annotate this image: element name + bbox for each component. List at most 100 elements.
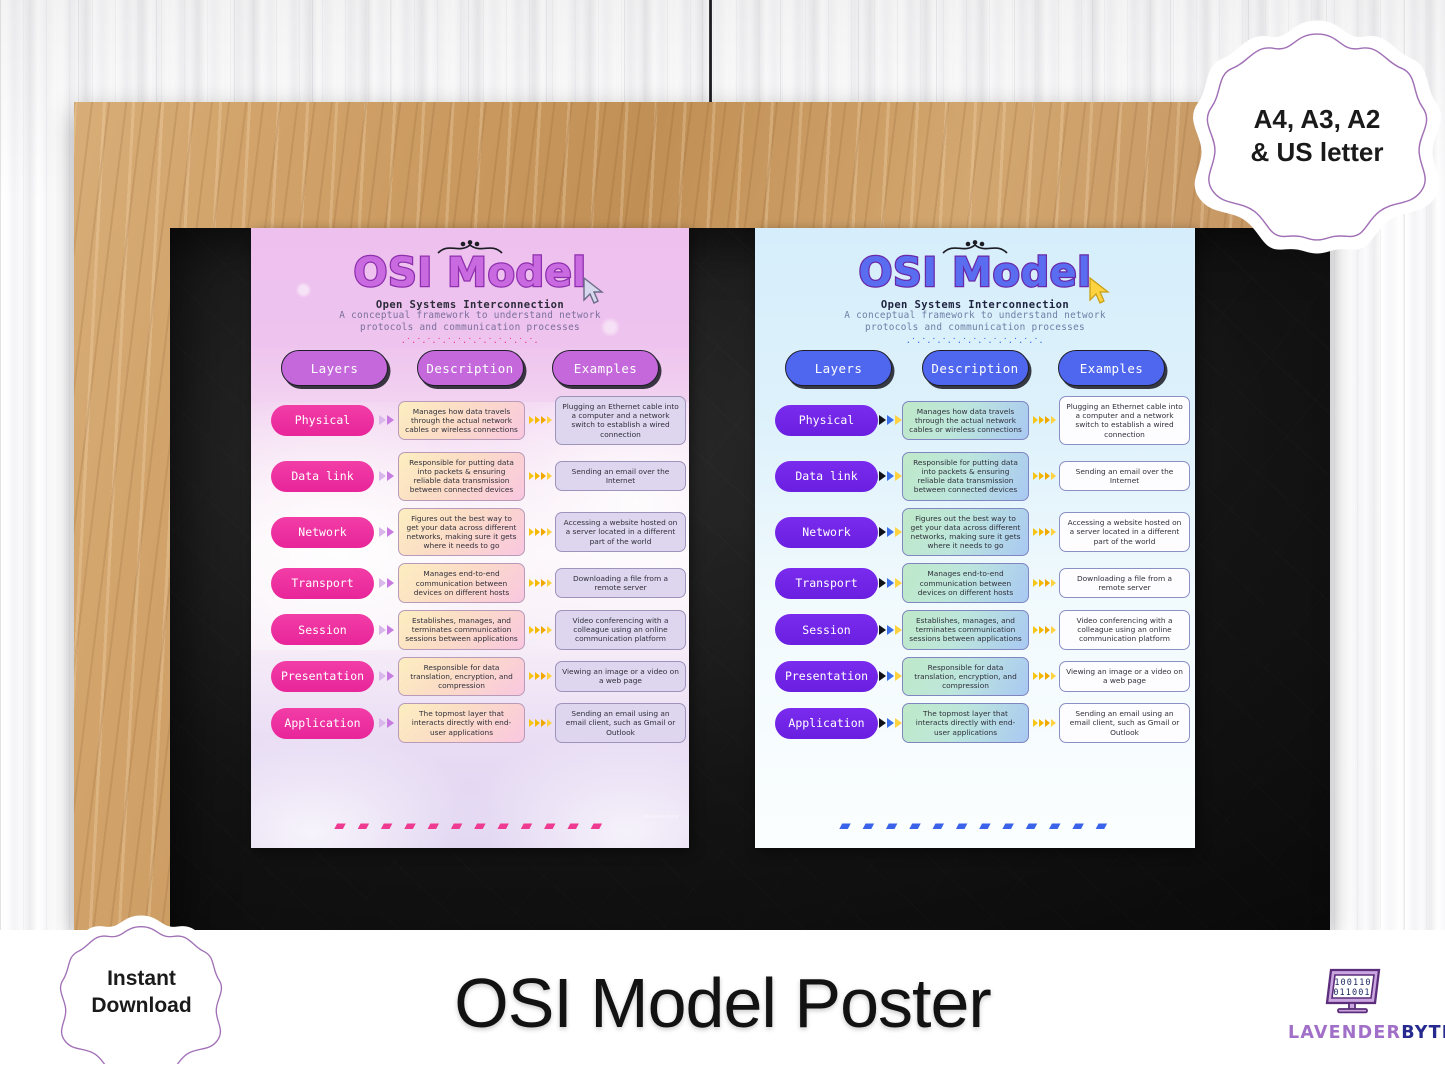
example-cell: Sending an email using an email client, … bbox=[1059, 703, 1190, 743]
table-row: Presentation Responsible for data transla… bbox=[271, 656, 686, 697]
poster-tagline-line1: A conceptual framework to understand net… bbox=[844, 310, 1106, 321]
badge-instant-download: Instant Download bbox=[48, 912, 234, 1084]
svg-text:100110: 100110 bbox=[1334, 978, 1371, 988]
layer-pill-session[interactable]: Session bbox=[775, 614, 878, 646]
brand-logo: 100110 011001 LAVENDERBYTE bbox=[1288, 966, 1445, 1058]
layer-pill-presentation[interactable]: Presentation bbox=[775, 660, 878, 692]
arrow-to-description-icon bbox=[878, 527, 902, 538]
arrow-to-example-icon bbox=[1029, 579, 1059, 588]
layer-pill-transport[interactable]: Transport bbox=[271, 567, 374, 599]
arrow-to-description-icon bbox=[878, 578, 902, 589]
description-cell: Manages how data travels through the act… bbox=[398, 400, 525, 441]
arrow-to-example-icon bbox=[1029, 528, 1059, 537]
layer-pill-data-link[interactable]: Data link bbox=[271, 460, 374, 492]
example-cell: Accessing a website hosted on a server l… bbox=[1059, 512, 1190, 552]
example-cell: Viewing an image or a video on a web pag… bbox=[555, 661, 686, 692]
poster-tagline-line1: A conceptual framework to understand net… bbox=[339, 310, 601, 321]
description-cell: Manages how data travels through the act… bbox=[902, 400, 1029, 441]
layer-rows-blue: Physical Manages how data travels through… bbox=[775, 396, 1190, 750]
layer-pill-presentation[interactable]: Presentation bbox=[271, 660, 374, 692]
zigzag-divider: ·˙·˙·˙·˙·˙·˙·˙·˙·˙·˙·˙·˙·˙· bbox=[906, 336, 1044, 349]
description-cell: Responsible for data translation, encryp… bbox=[902, 656, 1029, 697]
arrow-to-description-icon bbox=[878, 718, 902, 729]
layer-pill-physical[interactable]: Physical bbox=[775, 404, 878, 436]
hanging-wire bbox=[709, 0, 712, 108]
poster-title: OSI Model bbox=[857, 249, 1092, 298]
arrow-to-example-icon bbox=[1029, 672, 1059, 681]
column-header-description[interactable]: Description bbox=[921, 350, 1029, 386]
arrow-to-example-icon bbox=[525, 719, 555, 728]
footer-decoration: ▰ ▰ ▰ ▰ ▰ ▰ ▰ ▰ ▰ ▰ ▰ ▰ bbox=[839, 816, 1111, 834]
badge-sizes-line2: & US letter bbox=[1250, 137, 1384, 167]
description-cell: Manages end-to-end communication between… bbox=[902, 563, 1029, 604]
table-row: Transport Manages end-to-end communicatio… bbox=[271, 563, 686, 604]
monitor-icon: 100110 011001 bbox=[1325, 968, 1381, 1014]
example-cell: Video conferencing with a colleague usin… bbox=[1059, 610, 1190, 650]
example-cell: Sending an email over the Internet bbox=[1059, 461, 1190, 492]
svg-text:011001: 011001 bbox=[1333, 988, 1370, 998]
poster-tagline-line2: protocols and communication processes bbox=[865, 321, 1085, 333]
table-row: Transport Manages end-to-end communicatio… bbox=[775, 563, 1190, 604]
zigzag-divider: ·˙·˙·˙·˙·˙·˙·˙·˙·˙·˙·˙·˙·˙· bbox=[401, 336, 539, 349]
layer-pill-application[interactable]: Application bbox=[775, 707, 878, 739]
example-cell: Plugging an Ethernet cable into a comput… bbox=[555, 396, 686, 445]
table-row: Presentation Responsible for data transla… bbox=[775, 656, 1190, 697]
arrow-to-description-icon bbox=[374, 624, 398, 635]
layer-pill-transport[interactable]: Transport bbox=[775, 567, 878, 599]
example-cell: Plugging an Ethernet cable into a comput… bbox=[1059, 396, 1190, 445]
layer-pill-application[interactable]: Application bbox=[271, 707, 374, 739]
arrow-to-description-icon bbox=[374, 671, 398, 682]
layer-pill-network[interactable]: Network bbox=[775, 516, 878, 548]
poster-pink-variant[interactable]: OSI Model Open Systems Interconnection A… bbox=[251, 228, 689, 848]
table-row: Physical Manages how data travels through… bbox=[271, 396, 686, 445]
arrow-to-description-icon bbox=[374, 471, 398, 482]
arrow-to-description-icon bbox=[374, 578, 398, 589]
table-row: Application The topmost layer that intera… bbox=[271, 703, 686, 743]
poster-blue-variant[interactable]: OSI Model Open Systems Interconnection A… bbox=[755, 228, 1195, 848]
footer-decoration: ▰ ▰ ▰ ▰ ▰ ▰ ▰ ▰ ▰ ▰ ▰ ▰ bbox=[334, 816, 606, 834]
layer-pill-physical[interactable]: Physical bbox=[271, 404, 374, 436]
table-row: Network Figures out the best way to get y… bbox=[775, 507, 1190, 557]
description-cell: Establishes, manages, and terminates com… bbox=[902, 610, 1029, 650]
arrow-to-example-icon bbox=[1029, 719, 1059, 728]
arrow-to-description-icon bbox=[878, 471, 902, 482]
column-header-examples[interactable]: Examples bbox=[1058, 350, 1165, 386]
table-row: Application The topmost layer that intera… bbox=[775, 703, 1190, 743]
badge-paper-sizes: A4, A3, A2 & US letter bbox=[1193, 16, 1441, 256]
poster-title: OSI Model bbox=[352, 249, 587, 298]
arrow-to-description-icon bbox=[374, 527, 398, 538]
arrow-to-example-icon bbox=[525, 472, 555, 481]
arrow-to-description-icon bbox=[878, 415, 902, 426]
column-header-layers[interactable]: Layers bbox=[281, 350, 388, 386]
example-cell: Downloading a file from a remote server bbox=[1059, 568, 1190, 599]
table-row: Physical Manages how data travels through… bbox=[775, 396, 1190, 445]
arrow-to-example-icon bbox=[525, 528, 555, 537]
arrow-to-example-icon bbox=[525, 672, 555, 681]
brand-name-part2: BYTE bbox=[1401, 1023, 1445, 1043]
layer-pill-network[interactable]: Network bbox=[271, 516, 374, 548]
arrow-to-description-icon bbox=[374, 718, 398, 729]
description-cell: Responsible for putting data into packet… bbox=[902, 451, 1029, 501]
description-cell: Responsible for data translation, encryp… bbox=[398, 656, 525, 697]
column-header-layers[interactable]: Layers bbox=[785, 350, 892, 386]
poster-tagline-line2: protocols and communication processes bbox=[360, 321, 580, 333]
arrow-to-example-icon bbox=[525, 625, 555, 634]
description-cell: The topmost layer that interacts directl… bbox=[902, 703, 1029, 743]
table-row: Session Establishes, manages, and termina… bbox=[271, 610, 686, 650]
arrow-to-example-icon bbox=[1029, 625, 1059, 634]
column-header-examples[interactable]: Examples bbox=[552, 350, 659, 386]
example-cell: Video conferencing with a colleague usin… bbox=[555, 610, 686, 650]
arrow-to-example-icon bbox=[525, 416, 555, 425]
example-cell: Accessing a website hosted on a server l… bbox=[555, 512, 686, 552]
brand-name-part1: LAVENDER bbox=[1288, 1023, 1402, 1043]
table-row: Session Establishes, manages, and termina… bbox=[775, 610, 1190, 650]
description-cell: The topmost layer that interacts directl… bbox=[398, 703, 525, 743]
badge-sizes-line1: A4, A3, A2 bbox=[1253, 104, 1381, 134]
layer-pill-session[interactable]: Session bbox=[271, 614, 374, 646]
column-header-description[interactable]: Description bbox=[416, 350, 524, 386]
example-cell: Sending an email over the Internet bbox=[555, 461, 686, 492]
arrow-to-example-icon bbox=[525, 579, 555, 588]
scene: OSI Model Open Systems Interconnection A… bbox=[0, 0, 1445, 1084]
layer-pill-data-link[interactable]: Data link bbox=[775, 460, 878, 492]
badge-instant-line1: Instant bbox=[107, 967, 176, 990]
